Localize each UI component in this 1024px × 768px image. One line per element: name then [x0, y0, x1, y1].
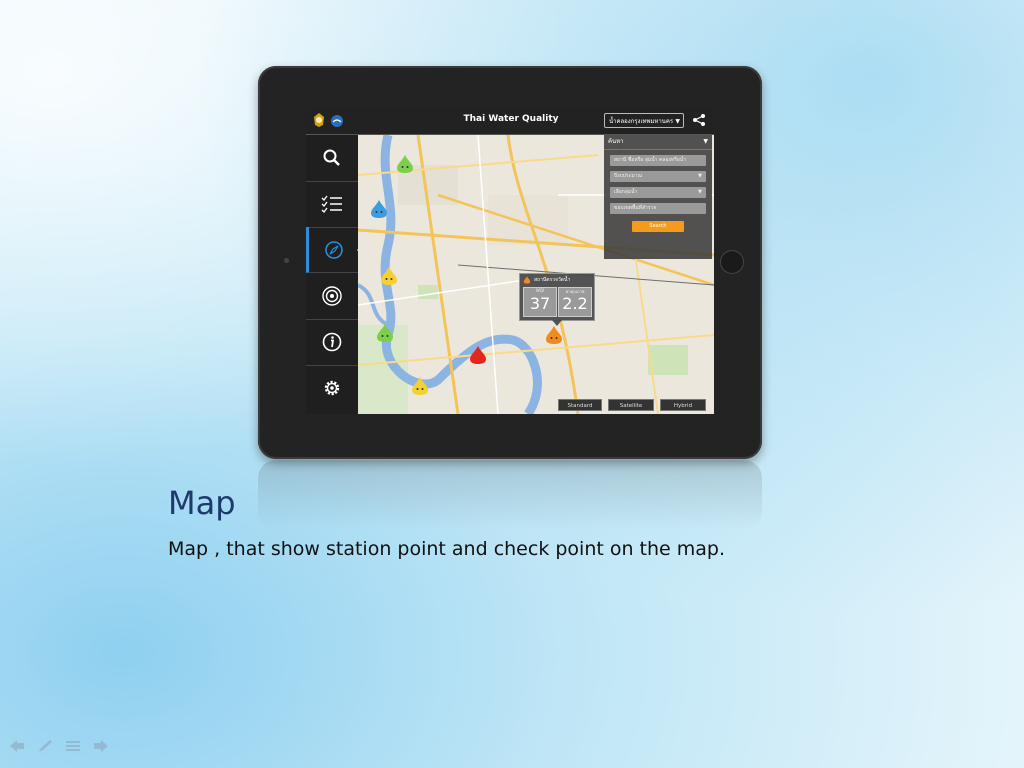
- station-marker-icon[interactable]: [544, 325, 564, 345]
- station-marker-icon[interactable]: [410, 376, 430, 396]
- app-screen: Thai Water Quality น้ำคลองกรุงเทพมหานคร …: [306, 108, 714, 414]
- info-icon: [322, 332, 342, 352]
- home-button[interactable]: [720, 250, 744, 274]
- menu-icon[interactable]: [64, 738, 82, 754]
- previous-arrow-icon[interactable]: [8, 738, 26, 754]
- map-type-standard-button[interactable]: Standard: [558, 399, 602, 411]
- station-popup[interactable]: สถานีตรวจวัดน้ำ WQI 37 ค่าคุณภาพ 2.2: [519, 273, 595, 326]
- sidebar-item-search[interactable]: [306, 135, 358, 182]
- search-panel: ค้นหา ▼ สถานี ชื่อหรือ ลุ่มน้ำ คลองหรือน…: [604, 135, 712, 259]
- map-type-hybrid-button[interactable]: Hybrid: [660, 399, 706, 411]
- province-select[interactable]: น้ำคลองกรุงเทพมหานคร ▼: [604, 113, 684, 128]
- gear-icon: [324, 380, 340, 396]
- quality-box: ค่าคุณภาพ 2.2: [558, 287, 592, 317]
- quality-value: 2.2: [562, 294, 588, 313]
- emblem-logo-icon: [314, 113, 324, 127]
- wqi-box: WQI 37: [523, 287, 557, 317]
- wqi-value: 37: [529, 294, 551, 313]
- station-marker-icon[interactable]: [468, 345, 488, 365]
- province-select-value: น้ำคลองกรุงเทพมหานคร: [609, 118, 674, 125]
- app-title: Thai Water Quality: [463, 114, 559, 124]
- camera-dot: [284, 258, 289, 263]
- sidebar-item-target[interactable]: [306, 273, 358, 320]
- station-marker-icon[interactable]: [395, 154, 415, 174]
- sidebar-item-map[interactable]: [306, 227, 362, 273]
- checklist-icon: [321, 195, 342, 213]
- popup-header: สถานีตรวจวัดน้ำ: [520, 274, 594, 286]
- slide-heading: Map: [168, 484, 236, 522]
- fiscal-year-select[interactable]: ปีงบประมาณ ▼: [610, 171, 706, 182]
- slide-description: Map , that show station point and check …: [168, 538, 726, 560]
- sidebar-item-checklist[interactable]: [306, 181, 358, 228]
- app-header: Thai Water Quality น้ำคลองกรุงเทพมหานคร …: [306, 108, 714, 135]
- next-arrow-icon[interactable]: [92, 738, 110, 754]
- map-view[interactable]: ค้นหา ▼ สถานี ชื่อหรือ ลุ่มน้ำ คลองหรือน…: [358, 135, 714, 414]
- chevron-down-icon: ▼: [703, 138, 708, 145]
- department-logo-icon: [331, 115, 343, 127]
- tablet-frame: Thai Water Quality น้ำคลองกรุงเทพมหานคร …: [258, 66, 762, 459]
- search-icon: [323, 149, 340, 166]
- target-icon: [322, 286, 342, 306]
- sidebar-item-settings[interactable]: [306, 365, 358, 411]
- compass-icon: [324, 240, 343, 259]
- share-icon[interactable]: [692, 113, 706, 127]
- station-marker-icon[interactable]: [379, 266, 399, 286]
- station-name-field[interactable]: สถานี ชื่อหรือ ลุ่มน้ำ คลองหรือน้ำ: [610, 155, 706, 166]
- station-marker-icon[interactable]: [369, 199, 389, 219]
- station-marker-icon[interactable]: [375, 323, 395, 343]
- area-field[interactable]: ขอบเขตพื้นที่สำรวจ: [610, 203, 706, 214]
- search-panel-title: ค้นหา: [608, 138, 624, 145]
- sidebar-item-info[interactable]: [306, 319, 358, 366]
- pen-icon[interactable]: [36, 738, 54, 754]
- station-marker-icon: [523, 276, 531, 284]
- search-button[interactable]: Search: [632, 221, 684, 232]
- popup-title: สถานีตรวจวัดน้ำ: [534, 277, 571, 283]
- search-button-label: Search: [649, 223, 667, 229]
- map-type-satellite-button[interactable]: Satellite: [608, 399, 654, 411]
- chevron-down-icon: ▼: [698, 173, 702, 179]
- sidebar: [306, 135, 362, 414]
- search-panel-header[interactable]: ค้นหา ▼: [604, 135, 712, 150]
- chevron-down-icon: ▼: [698, 189, 702, 195]
- slide-nav-controls: [8, 738, 110, 754]
- tablet-reflection: [258, 460, 762, 530]
- popup-tail: [552, 320, 562, 326]
- chevron-down-icon: ▼: [675, 118, 680, 125]
- basin-select[interactable]: เลือกลุ่มน้ำ ▼: [610, 187, 706, 198]
